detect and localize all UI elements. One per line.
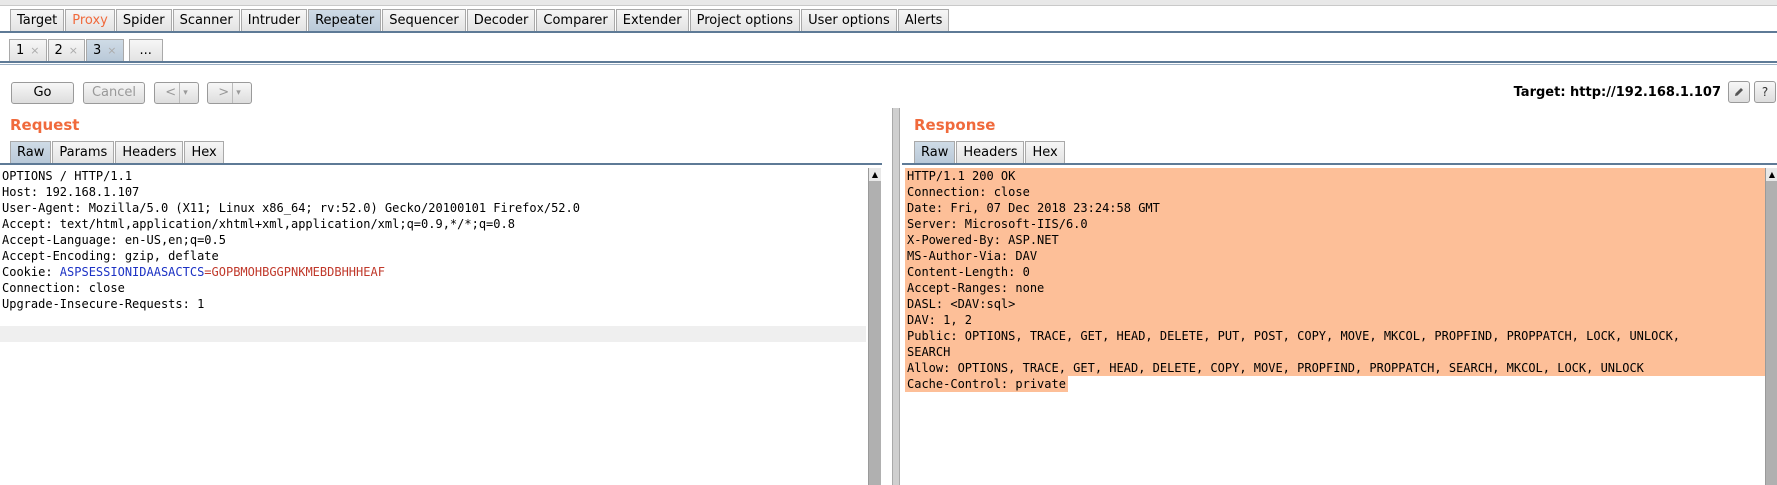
- tab-alerts[interactable]: Alerts: [897, 9, 950, 31]
- request-editor[interactable]: OPTIONS / HTTP/1.1 Host: 192.168.1.107 U…: [0, 168, 866, 485]
- chevron-down-icon[interactable]: ▾: [232, 83, 241, 103]
- cookie-name: ASPSESSIONIDAASACTCS: [59, 265, 205, 279]
- response-scrollbar[interactable]: ▲: [1765, 168, 1777, 485]
- forward-button[interactable]: > ▾: [207, 82, 252, 104]
- cancel-button[interactable]: Cancel: [83, 82, 145, 104]
- request-tab-params[interactable]: Params: [52, 141, 115, 163]
- request-line: OPTIONS / HTTP/1.1: [2, 169, 133, 183]
- request-line: Accept-Encoding: gzip, deflate: [2, 249, 219, 263]
- chevron-down-icon[interactable]: ▾: [179, 83, 188, 103]
- repeater-tab-label: 2: [54, 42, 63, 58]
- response-line: Public: OPTIONS, TRACE, GET, HEAD, DELET…: [905, 328, 1767, 344]
- tab-decoder[interactable]: Decoder: [466, 9, 536, 31]
- scroll-up-icon[interactable]: ▲: [1766, 168, 1777, 181]
- repeater-tab-label: 3: [93, 42, 102, 58]
- tab-extender[interactable]: Extender: [615, 9, 689, 31]
- response-line: Content-Length: 0: [905, 264, 1767, 280]
- request-scrollbar[interactable]: ▲: [868, 168, 881, 485]
- response-tab-headers[interactable]: Headers: [956, 141, 1025, 163]
- main-tab-bar: Target Proxy Spider Scanner Intruder Rep…: [10, 9, 950, 31]
- more-tabs-button[interactable]: ...: [128, 39, 163, 61]
- repeater-tab-underline: [0, 61, 1777, 63]
- response-tab-underline: [902, 163, 1777, 165]
- response-line: X-Powered-By: ASP.NET: [905, 232, 1767, 248]
- tab-project-options[interactable]: Project options: [689, 9, 801, 31]
- request-line: Accept: text/html,application/xhtml+xml,…: [2, 217, 515, 231]
- request-tab-hex[interactable]: Hex: [184, 141, 224, 163]
- scroll-up-icon[interactable]: ▲: [869, 168, 881, 181]
- request-tab-headers[interactable]: Headers: [115, 141, 184, 163]
- response-line: Accept-Ranges: none: [905, 280, 1767, 296]
- response-line: SEARCH: [905, 344, 1767, 360]
- request-line: Accept-Language: en-US,en;q=0.5: [2, 233, 226, 247]
- request-tab-underline: [0, 163, 882, 165]
- response-title: Response: [914, 116, 996, 134]
- request-title: Request: [10, 116, 80, 134]
- response-line: HTTP/1.1 200 OK: [905, 168, 1767, 184]
- cookie-value: GOPBMOHBGGPNKMEBDBHHHEAF: [211, 265, 385, 279]
- repeater-tab-underline-secondary: [0, 64, 1777, 65]
- repeater-tab-label: 1: [16, 42, 25, 58]
- repeater-tab-3[interactable]: 3 ×: [86, 39, 124, 61]
- go-button[interactable]: Go: [11, 82, 74, 104]
- tab-sequencer[interactable]: Sequencer: [382, 9, 466, 31]
- request-line: User-Agent: Mozilla/5.0 (X11; Linux x86_…: [2, 201, 580, 215]
- tab-target[interactable]: Target: [10, 9, 65, 31]
- request-view-tabs: Raw Params Headers Hex: [10, 141, 225, 163]
- response-line: MS-Author-Via: DAV: [905, 248, 1767, 264]
- repeater-tab-2[interactable]: 2 ×: [47, 39, 85, 62]
- response-line: Allow: OPTIONS, TRACE, GET, HEAD, DELETE…: [905, 360, 1767, 376]
- response-tab-hex[interactable]: Hex: [1025, 141, 1065, 163]
- pencil-icon: [1735, 88, 1743, 96]
- window-top-strip: [0, 0, 1777, 6]
- back-button[interactable]: < ▾: [154, 82, 199, 104]
- tab-repeater[interactable]: Repeater: [308, 9, 382, 31]
- edit-target-button[interactable]: [1728, 81, 1750, 103]
- cookie-header-label: Cookie:: [2, 265, 60, 279]
- response-line: Connection: close: [905, 184, 1767, 200]
- back-arrow-icon: <: [165, 85, 177, 100]
- close-icon[interactable]: ×: [107, 40, 116, 62]
- close-icon[interactable]: ×: [69, 40, 78, 62]
- response-line: Server: Microsoft-IIS/6.0: [905, 216, 1767, 232]
- cookie-equals: =: [204, 265, 212, 279]
- response-line: Cache-Control: private: [905, 376, 1068, 392]
- help-button[interactable]: ?: [1754, 81, 1776, 103]
- tab-user-options[interactable]: User options: [801, 9, 897, 31]
- request-cookie-line: Cookie: ASPSESSIONIDAASACTCS=GOPBMOHBGGP…: [0, 264, 866, 280]
- request-tab-raw[interactable]: Raw: [10, 141, 52, 163]
- response-editor[interactable]: HTTP/1.1 200 OK Connection: close Date: …: [905, 168, 1767, 485]
- response-tab-raw[interactable]: Raw: [914, 141, 956, 163]
- close-icon[interactable]: ×: [30, 40, 39, 62]
- tab-comparer[interactable]: Comparer: [536, 9, 615, 31]
- split-pane-divider[interactable]: [892, 108, 900, 485]
- tab-spider[interactable]: Spider: [115, 9, 172, 31]
- response-line: Date: Fri, 07 Dec 2018 23:24:58 GMT: [905, 200, 1767, 216]
- target-label: Target: http://192.168.1.107: [1513, 85, 1721, 100]
- tab-scanner[interactable]: Scanner: [172, 9, 240, 31]
- repeater-tab-bar: 1 × 2 × 3 × ...: [9, 39, 164, 61]
- response-line: DAV: 1, 2: [905, 312, 1767, 328]
- request-line: Host: 192.168.1.107: [2, 185, 140, 199]
- main-tab-underline: [0, 31, 1777, 33]
- tab-proxy[interactable]: Proxy: [65, 9, 115, 31]
- repeater-tab-1[interactable]: 1 ×: [9, 39, 47, 61]
- request-line: Upgrade-Insecure-Requests: 1: [2, 297, 205, 311]
- response-line: DASL: <DAV:sql>: [905, 296, 1767, 312]
- request-line: Connection: close: [2, 281, 125, 295]
- forward-arrow-icon: >: [218, 85, 230, 100]
- tab-intruder[interactable]: Intruder: [240, 9, 308, 31]
- response-view-tabs: Raw Headers Hex: [914, 141, 1066, 163]
